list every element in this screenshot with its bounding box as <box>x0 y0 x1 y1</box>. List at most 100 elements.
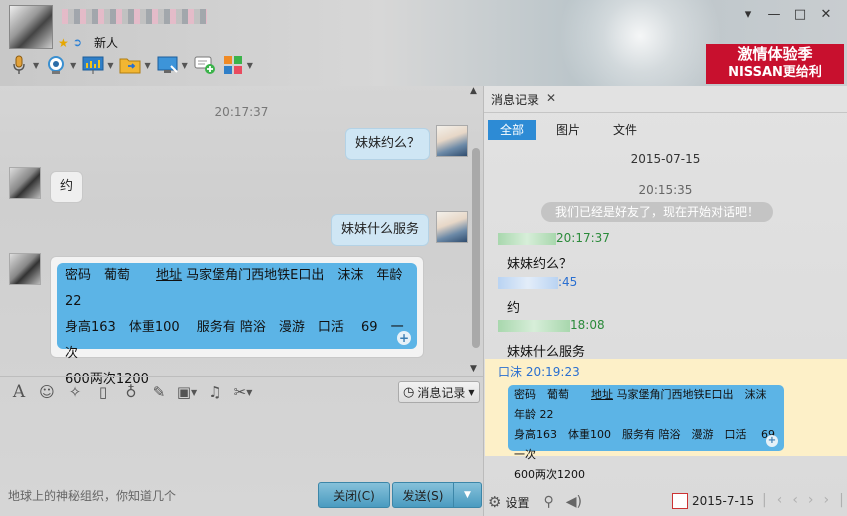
calendar-icon[interactable] <box>672 493 688 509</box>
card-text: 密码 葡萄 <box>65 268 157 283</box>
history-pagination-arrows[interactable]: |‹‹››| <box>762 492 847 508</box>
my-avatar[interactable] <box>436 125 468 157</box>
screenshot-scissors-icon[interactable]: ✂ ▼ <box>234 383 253 401</box>
filter-all-tab[interactable]: 全部 <box>488 120 536 140</box>
music-icon[interactable]: ♫ <box>206 383 224 401</box>
add-chat-icon <box>194 54 216 76</box>
nissan-ad-banner[interactable]: 激情体验季 NISSAN更给利 <box>706 44 844 84</box>
window-controls: ▾ — □ ✕ <box>735 7 839 22</box>
history-sender: 20:17:37 <box>498 231 610 245</box>
blurred-sender-name <box>498 232 556 245</box>
history-tab-title[interactable]: 消息记录 <box>491 91 539 108</box>
send-file-button[interactable]: ▼ <box>119 54 151 76</box>
divider <box>0 376 483 377</box>
chevron-down-icon[interactable]: ▼ <box>182 61 188 70</box>
star-icon: ★ <box>58 35 69 50</box>
screen-share-button[interactable]: ▼ <box>82 54 113 76</box>
contact-status-row: ★ ➲ 新人 <box>58 34 118 51</box>
chat-window: ★ ➲ 新人 ▾ — □ ✕ 激情体验季 NISSAN更给利 ▼ ▼ ▼ ▼ ▼… <box>0 0 847 516</box>
clock-icon: ◷ <box>403 384 415 400</box>
send-options-button[interactable]: ▼ <box>453 482 482 508</box>
card-line-1: 密码 葡萄 地址 马家堡角门西地铁E口出 沫沫 年龄 22 <box>514 385 778 425</box>
filter-images-tab[interactable]: 图片 <box>545 120 591 140</box>
group-chat-button[interactable] <box>194 54 216 76</box>
chevron-down-icon: ▼ <box>468 387 475 397</box>
card-line-3: 600两次1200 <box>514 468 585 481</box>
speaker-icon[interactable]: ◀) <box>566 494 582 510</box>
close-button[interactable]: 关闭(C) <box>318 482 390 508</box>
history-date: 2015-07-15 <box>630 152 701 166</box>
webcam-icon <box>45 54 67 76</box>
chevron-down-icon[interactable]: ▼ <box>247 61 253 70</box>
blurred-sender-name <box>498 319 570 332</box>
presentation-icon <box>82 54 104 76</box>
send-button[interactable]: 发送(S) <box>392 482 454 508</box>
main-toolbar: ▼ ▼ ▼ ▼ ▼ ▼ <box>8 54 253 76</box>
chevron-down-icon[interactable]: ▼ <box>33 61 39 70</box>
settings-label[interactable]: 设置 <box>505 494 529 511</box>
contact-signature: 新人 <box>93 36 118 50</box>
expand-plus-icon[interactable]: + <box>766 435 778 447</box>
scroll-down-icon[interactable]: ▼ <box>470 364 477 374</box>
history-message: 妹妹什么服务 <box>507 345 586 360</box>
message-history-button[interactable]: ◷ 消息记录 ▼ <box>398 381 480 403</box>
chevron-down-icon[interactable]: ▼ <box>107 61 113 70</box>
history-message: 妹妹约么？ <box>507 257 573 272</box>
dropdown-menu-icon[interactable]: ▾ <box>735 7 761 22</box>
voice-message-icon[interactable]: ♁ <box>122 383 140 401</box>
input-ad-text[interactable]: 地球上的神秘组织，你知道几个 <box>8 487 176 504</box>
qq-status-icon: ➲ <box>72 36 82 49</box>
filter-files-tab[interactable]: 文件 <box>602 120 648 140</box>
history-message-card[interactable]: 密码 葡萄 地址 马家堡角门西地铁E口出 沫沫 年龄 22 身高163 体重10… <box>508 385 786 481</box>
history-sender-time: 18:08 <box>570 318 605 332</box>
close-history-icon[interactable]: ✕ <box>546 91 556 105</box>
message-bubble-sent[interactable]: 妹妹约么？ <box>345 128 431 160</box>
voice-call-button[interactable]: ▼ <box>8 54 39 76</box>
scroll-up-icon[interactable]: ▲ <box>470 86 477 96</box>
message-bubble-received[interactable]: 约 <box>50 171 84 203</box>
close-icon[interactable]: ✕ <box>813 7 839 22</box>
maximize-icon[interactable]: □ <box>787 7 813 22</box>
search-icon[interactable]: ⚲ <box>543 494 553 510</box>
image-icon[interactable]: ▣ ▼ <box>177 383 197 401</box>
history-sender: :45 <box>498 275 577 289</box>
card-line-2: 身高163 体重100 服务有 陪浴 漫游 口活 69 一次 <box>65 320 404 361</box>
apps-button[interactable]: ▼ <box>222 54 253 76</box>
emoji-icon[interactable]: ☺ <box>38 383 56 401</box>
contact-avatar-small[interactable] <box>9 167 41 199</box>
scrollbar-thumb[interactable] <box>472 148 480 348</box>
my-avatar[interactable] <box>436 211 468 243</box>
chevron-down-icon[interactable]: ▼ <box>144 61 150 70</box>
minimize-icon[interactable]: — <box>761 7 787 22</box>
divider <box>484 112 847 113</box>
contact-avatar[interactable] <box>9 5 53 49</box>
message-card-received[interactable]: 密码 葡萄 地址 马家堡角门西地铁E口出 沫沫 年龄 22 身高163 体重10… <box>50 256 424 387</box>
remote-desktop-button[interactable]: ▼ <box>157 54 188 76</box>
card-content: 密码 葡萄 地址 马家堡角门西地铁E口出 沫沫 年龄 22 身高163 体重10… <box>57 263 417 387</box>
video-call-button[interactable]: ▼ <box>45 54 76 76</box>
chat-timestamp: 20:17:37 <box>214 105 269 119</box>
folder-transfer-icon <box>119 54 141 76</box>
gear-icon[interactable]: ⚙ <box>488 493 501 511</box>
card-address-link[interactable]: 地址 <box>156 268 182 283</box>
shake-window-icon[interactable]: ▯ <box>94 383 112 401</box>
monitor-icon <box>157 54 179 76</box>
card-address-link[interactable]: 地址 <box>591 388 613 401</box>
history-time: 20:15:35 <box>638 183 693 197</box>
message-bubble-sent[interactable]: 妹妹什么服务 <box>331 214 430 246</box>
history-sender: 口沫 20:19:23 <box>498 365 580 379</box>
message-history-label: 消息记录 <box>417 385 466 400</box>
microphone-icon <box>8 54 30 76</box>
magic-wand-icon[interactable]: ✧ <box>66 383 84 401</box>
chevron-down-icon[interactable]: ▼ <box>70 61 76 70</box>
ad-line-1: 激情体验季 <box>737 45 813 63</box>
font-icon[interactable]: A <box>10 382 28 402</box>
history-date-picker[interactable]: 2015-7-15 <box>692 494 754 508</box>
card-line-2: 身高163 体重100 服务有 陪浴 漫游 口活 69 一次 <box>514 428 786 461</box>
doodle-edit-icon[interactable]: ✎ <box>150 383 168 401</box>
apps-grid-icon <box>222 54 244 76</box>
expand-plus-icon[interactable]: + <box>397 331 411 345</box>
history-sender-time: 20:17:37 <box>556 231 610 245</box>
contact-avatar-small[interactable] <box>9 253 41 285</box>
card-line-1: 密码 葡萄 地址 马家堡角门西地铁E口出 沫沫 年龄 22 <box>65 263 409 315</box>
